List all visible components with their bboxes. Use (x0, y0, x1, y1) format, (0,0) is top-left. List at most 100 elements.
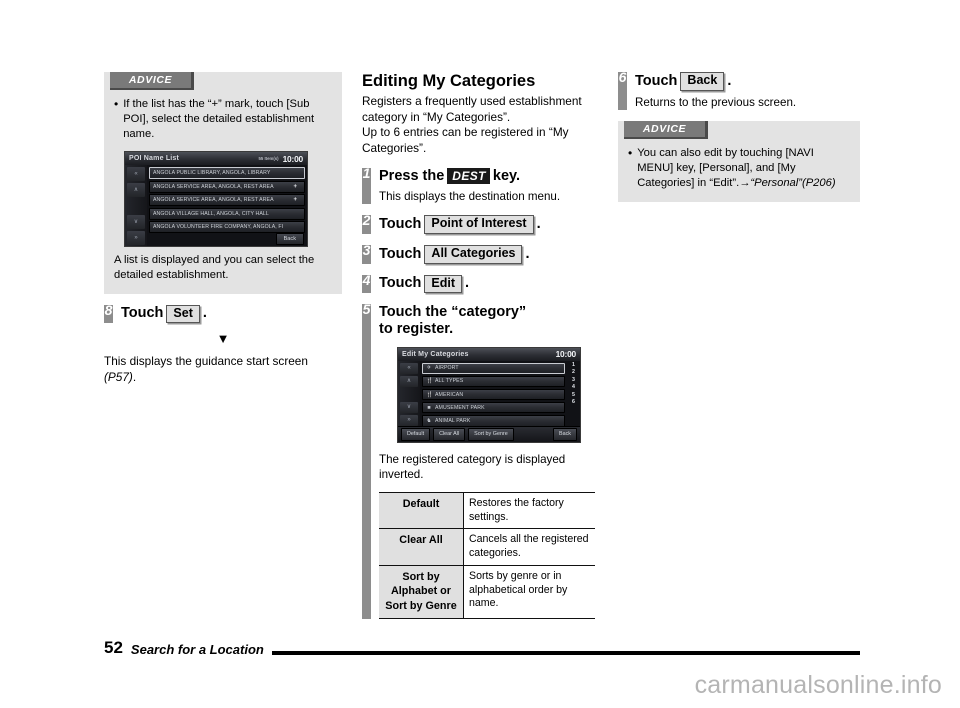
all-categories-button[interactable]: All Categories (424, 245, 523, 264)
poi-item-label: ANGOLA VOLUNTEER FIRE COMPANY, ANGOLA, F… (153, 224, 284, 231)
slot-number: 6 (572, 398, 575, 405)
edit-screen-footer: Default Clear All Sort by Genre Back (398, 425, 580, 442)
bullet-dot-icon: • (628, 146, 633, 161)
poi-list-item[interactable]: ANGOLA SERVICE AREA, ANGOLA, REST AREA + (149, 180, 305, 193)
step-4-number: 4 (362, 271, 371, 288)
amusement-park-icon: ■ (427, 404, 431, 411)
poi-name-list-screen[interactable]: POI Name List 55 Item(s) 10:00 « ∧ ∨ » A… (124, 151, 308, 248)
scroll-down-icon[interactable]: ∨ (400, 401, 418, 413)
table-key-clear-all: Clear All (379, 528, 464, 566)
scroll-bottom-icon[interactable]: » (127, 231, 145, 246)
poi-screen-title: POI Name List (129, 155, 180, 163)
edit-clock: 10:00 (555, 349, 577, 360)
edit-my-categories-screen[interactable]: Edit My Categories 10:00 « ∧ ∨ » ✈ AIRPO… (397, 346, 581, 443)
step-6-body: Touch Back . Returns to the previous scr… (627, 72, 860, 110)
scroll-spacer (127, 199, 145, 213)
step-6-period: . (727, 72, 732, 89)
step-3-body: Touch All Categories . (371, 245, 600, 264)
category-item-label: AIRPORT (435, 365, 459, 372)
scroll-bottom-icon[interactable]: » (400, 414, 418, 426)
edit-screen-title: Edit My Categories (402, 350, 469, 358)
scroll-up-icon[interactable]: ∧ (127, 183, 145, 198)
category-list-item[interactable]: 🍴 AMERICAN (422, 388, 565, 401)
advice-note-text: A list is displayed and you can select t… (114, 254, 315, 282)
scroll-top-icon[interactable]: « (127, 167, 145, 182)
table-value-clear-all: Cancels all the registered categories. (463, 528, 595, 566)
poi-list-item[interactable]: ANGOLA VILLAGE HALL, ANGOLA, CITY HALL (149, 207, 305, 220)
scroll-down-icon[interactable]: ∨ (127, 215, 145, 230)
step-2-verb: Touch (379, 216, 422, 233)
category-slot-numbers: 1 2 3 4 5 6 (567, 361, 580, 427)
animal-park-icon: ♞ (426, 417, 432, 424)
sort-by-genre-button[interactable]: Sort by Genre (468, 427, 514, 441)
step-5-title: Touch the “category” to register. (379, 304, 600, 338)
step-6-title: Touch Back . (635, 72, 860, 91)
step-1-suffix: key. (492, 167, 521, 184)
step-1-prefix: Press the (379, 167, 445, 184)
clear-all-button[interactable]: Clear All (433, 427, 466, 441)
poi-scroll-column[interactable]: « ∧ ∨ » (125, 165, 147, 247)
poi-item-plus-icon: + (293, 197, 297, 204)
footer-rule-divider (271, 651, 860, 655)
poi-item-label: ANGOLA SERVICE AREA, ANGOLA, REST AREA (153, 183, 274, 190)
category-list-item[interactable]: ■ AMUSEMENT PARK (422, 401, 565, 414)
step-6-description: Returns to the previous screen. (635, 95, 797, 109)
intro-paragraph-2: Up to 6 entries can be registered in “My… (362, 125, 569, 156)
restaurant-icon: 🍴 (426, 378, 433, 385)
category-list-item[interactable]: ✈ AIRPORT (422, 362, 565, 375)
slot-number: 3 (572, 376, 575, 383)
step-3: 3 Touch All Categories . (362, 243, 600, 264)
step-4: 4 Touch Edit . (362, 271, 600, 294)
restaurant-icon: 🍴 (426, 391, 433, 398)
step-5-number: 5 (362, 301, 371, 318)
step-2-period: . (536, 216, 541, 233)
poi-screen-header: POI Name List 55 Item(s) 10:00 (125, 152, 307, 166)
back-button[interactable]: Back (680, 72, 725, 91)
edit-button[interactable]: Edit (424, 274, 463, 294)
poi-clock: 10:00 (282, 153, 304, 164)
poi-item-label: ANGOLA VILLAGE HALL, ANGOLA, CITY HALL (153, 210, 269, 217)
advice-body: • You can also edit by touching [NAVI ME… (618, 139, 860, 191)
flow-arrow-down-icon: ▼ (216, 331, 230, 347)
edit-back-button[interactable]: Back (553, 427, 577, 441)
set-button[interactable]: Set (166, 304, 200, 324)
advice-box-left: ADVICE • If the list has the “+” mark, t… (104, 72, 342, 294)
scroll-up-icon[interactable]: ∧ (400, 375, 418, 387)
poi-item-label: ANGOLA PUBLIC LIBRARY, ANGOLA, LIBRARY (153, 170, 271, 177)
guidance-start-main: This displays the guidance start screen (104, 354, 308, 369)
poi-list-item[interactable]: ANGOLA SERVICE AREA, ANGOLA, REST AREA + (149, 194, 305, 207)
step-8-period: . (202, 305, 207, 322)
step-2-title: Touch Point of Interest . (379, 215, 600, 235)
bullet-dot-icon: • (114, 97, 119, 111)
manual-page: ADVICE • If the list has the “+” mark, t… (0, 0, 960, 708)
site-watermark: carmanualsonline.info (694, 671, 942, 699)
category-item-label: ANIMAL PARK (435, 417, 471, 424)
poi-back-button[interactable]: Back (275, 233, 304, 246)
right-column: 6 Touch Back . Returns to the previous s… (618, 70, 860, 202)
button-function-table: Default Restores the factory settings. C… (379, 491, 595, 619)
edit-screen-header: Edit My Categories 10:00 (398, 347, 580, 361)
default-button[interactable]: Default (401, 427, 431, 441)
step-1-title: Press the DEST key. (379, 168, 600, 185)
advice-bullet-item: • If the list has the “+” mark, touch [S… (114, 97, 332, 142)
table-value-default: Restores the factory settings. (463, 491, 595, 530)
point-of-interest-button[interactable]: Point of Interest (424, 215, 534, 235)
step-8-title: Touch Set . (121, 304, 342, 324)
scroll-top-icon[interactable]: « (400, 362, 418, 374)
edit-scroll-column[interactable]: « ∧ ∨ » (398, 360, 420, 427)
footer-page-number: 52 (104, 638, 123, 657)
step-2-number: 2 (362, 212, 371, 229)
dest-key[interactable]: DEST (447, 168, 490, 185)
category-list-item[interactable]: 🍴 ALL TYPES (422, 375, 565, 388)
step-5-bar: 5 (362, 301, 371, 619)
step-3-verb: Touch (379, 245, 422, 262)
poi-list-item[interactable]: ANGOLA PUBLIC LIBRARY, ANGOLA, LIBRARY (149, 167, 305, 180)
advice-tab-label: ADVICE (110, 72, 194, 90)
table-value-sort: Sorts by genre or in alphabetical order … (463, 564, 595, 619)
advice-bullet-text: You can also edit by touching [NAVI MENU… (637, 146, 850, 191)
table-key-sort-text: Sort by Alphabet or Sort by Genre (385, 570, 457, 613)
table-row: Clear All Cancels all the registered cat… (379, 528, 595, 566)
table-row: Sort by Alphabet or Sort by Genre Sorts … (379, 564, 595, 619)
page-footer: 52 Search for a Location (104, 639, 860, 656)
poi-item-label: ANGOLA SERVICE AREA, ANGOLA, REST AREA (153, 197, 274, 204)
